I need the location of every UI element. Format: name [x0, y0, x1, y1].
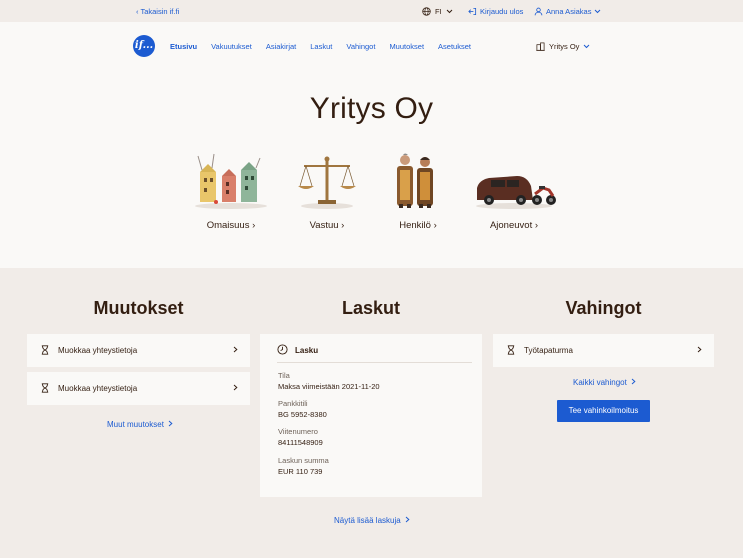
divider [277, 362, 472, 363]
chevron-right-icon [697, 346, 702, 355]
user-icon [534, 7, 543, 16]
hourglass-icon [507, 344, 515, 357]
change-item[interactable]: Muokkaa yhteystietoja [27, 334, 250, 367]
logout-label: Kirjaudu ulos [480, 7, 524, 16]
hero-section: if... Etusivu Vakuutukset Asiakirjat Las… [0, 22, 743, 268]
more-invoices-link[interactable]: Näytä lisää laskuja [334, 516, 410, 525]
invoice-field-account: Pankkitili BG 5952-8380 [278, 399, 327, 419]
buildings-illustration [186, 152, 276, 210]
invoice-card-title: Lasku [295, 346, 319, 355]
category-label: Omaisuus › [206, 220, 256, 231]
invoice-field-amount: Laskun summa EUR 110 739 [278, 456, 329, 476]
page-title: Yritys Oy [309, 92, 434, 125]
claim-item[interactable]: Työtapaturma [493, 334, 714, 367]
company-name: Yritys Oy [549, 42, 580, 51]
category-label: Henkilö › [399, 220, 437, 231]
chevron-down-icon [594, 9, 601, 14]
back-to-site-link[interactable]: ‹ Takaisin if.fi [136, 7, 179, 16]
invoice-field-status: Tila Maksa viimeistään 2021-11-20 [278, 371, 380, 391]
nav-item-vakuutukset[interactable]: Vakuutukset [211, 42, 252, 51]
utility-bar: ‹ Takaisin if.fi FI Kirjaudu ulos Anna A… [0, 0, 743, 22]
invoice-field-reference: Viitenumero 84111548909 [278, 427, 323, 447]
chevron-right-icon [168, 420, 173, 429]
hourglass-icon [41, 344, 49, 357]
logout-icon [468, 7, 477, 16]
nav-item-muutokset[interactable]: Muutokset [389, 42, 424, 51]
more-invoices-label: Näytä lisää laskuja [334, 516, 401, 525]
scales-illustration [282, 152, 372, 210]
chevron-right-icon: › [341, 220, 345, 231]
report-claim-button[interactable]: Tee vahinkoilmoitus [557, 400, 650, 422]
chevron-left-icon: ‹ [136, 7, 139, 16]
back-link-label: Takaisin if.fi [140, 7, 180, 16]
chevron-right-icon [405, 516, 410, 525]
globe-icon [422, 7, 431, 16]
people-illustration [373, 152, 463, 210]
change-item-label: Muokkaa yhteystietoja [58, 384, 138, 393]
user-menu[interactable]: Anna Asiakas [534, 7, 601, 16]
invoices-title: Laskut [341, 298, 401, 318]
more-changes-link[interactable]: Muut muutokset [107, 420, 173, 429]
category-henkilo[interactable]: Henkilö › [373, 152, 463, 242]
hourglass-icon [41, 382, 49, 395]
language-label: FI [435, 7, 442, 16]
if-logo[interactable]: if... [133, 35, 155, 57]
nav-item-asetukset[interactable]: Asetukset [438, 42, 471, 51]
language-selector[interactable]: FI [422, 7, 453, 16]
nav-item-vahingot[interactable]: Vahingot [346, 42, 375, 51]
chevron-right-icon [631, 378, 636, 387]
changes-title: Muutokset [93, 298, 184, 318]
nav-item-asiakirjat[interactable]: Asiakirjat [266, 42, 296, 51]
claims-title: Vahingot [565, 298, 642, 318]
category-ajoneuvot[interactable]: Ajoneuvot › [469, 152, 559, 242]
chevron-down-icon [583, 44, 590, 49]
invoice-card[interactable]: Lasku Tila Maksa viimeistään 2021-11-20 … [260, 334, 482, 497]
more-changes-label: Muut muutokset [107, 420, 164, 429]
change-item-label: Muokkaa yhteystietoja [58, 346, 138, 355]
chevron-down-icon [446, 9, 453, 14]
change-item[interactable]: Muokkaa yhteystietoja [27, 372, 250, 405]
vehicles-illustration [469, 152, 559, 210]
main-nav: Etusivu Vakuutukset Asiakirjat Laskut Va… [170, 42, 485, 51]
user-name: Anna Asiakas [546, 7, 592, 16]
all-claims-label: Kaikki vahingot [573, 378, 627, 387]
claim-item-label: Työtapaturma [524, 346, 573, 355]
chevron-right-icon [233, 346, 238, 355]
clock-icon [277, 344, 288, 357]
category-vastuu[interactable]: Vastuu › [282, 152, 372, 242]
building-icon [536, 42, 545, 51]
logout-link[interactable]: Kirjaudu ulos [468, 7, 523, 16]
nav-item-etusivu[interactable]: Etusivu [170, 42, 197, 51]
chevron-right-icon: › [252, 220, 256, 231]
company-selector[interactable]: Yritys Oy [536, 42, 590, 51]
chevron-right-icon: › [534, 220, 539, 231]
category-label: Vastuu › [309, 220, 345, 231]
all-claims-link[interactable]: Kaikki vahingot [573, 378, 636, 387]
nav-item-laskut[interactable]: Laskut [310, 42, 332, 51]
category-label: Ajoneuvot › [489, 220, 539, 231]
chevron-right-icon [233, 384, 238, 393]
category-omaisuus[interactable]: Omaisuus › [186, 152, 276, 242]
chevron-right-icon: › [433, 220, 437, 231]
invoice-card-header: Lasku [277, 344, 318, 357]
